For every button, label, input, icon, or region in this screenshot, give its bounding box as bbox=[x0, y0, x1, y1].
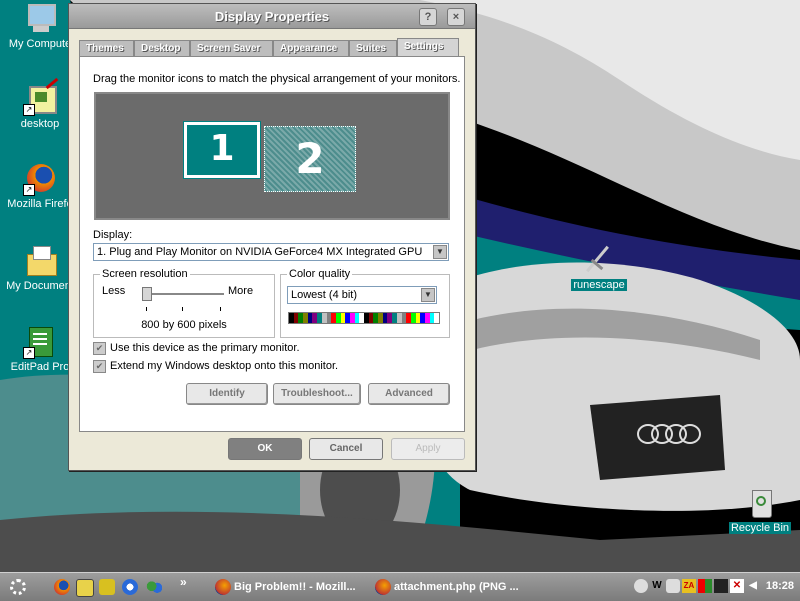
display-label: Display: bbox=[93, 229, 133, 241]
taskbar-clock[interactable]: 18:28 bbox=[766, 580, 794, 592]
quicklaunch-media-icon[interactable] bbox=[122, 579, 138, 595]
monitor-1[interactable]: 1 bbox=[183, 121, 261, 179]
extend-desktop-label: Extend my Windows desktop onto this moni… bbox=[110, 360, 339, 372]
desktop-icon-my-computer[interactable]: My Compute bbox=[4, 2, 76, 50]
tray-color-icon[interactable] bbox=[698, 579, 712, 593]
apply-button[interactable]: Apply bbox=[391, 438, 465, 460]
tab-themes[interactable]: Themes bbox=[79, 40, 134, 56]
quicklaunch-messenger-icon[interactable] bbox=[146, 579, 162, 595]
primary-monitor-label: Use this device as the primary monitor. bbox=[110, 342, 300, 354]
quicklaunch-winamp-icon[interactable] bbox=[99, 579, 115, 595]
identify-button[interactable]: Identify bbox=[186, 383, 268, 405]
display-properties-dialog: Display Properties ? × Themes Desktop Sc… bbox=[68, 3, 476, 471]
desktop-icon-editpad[interactable]: ↗ EditPad Pro bbox=[4, 325, 76, 373]
advanced-button[interactable]: Advanced bbox=[368, 383, 450, 405]
dialog-titlebar[interactable]: Display Properties ? × bbox=[69, 4, 475, 29]
tab-screen-saver[interactable]: Screen Saver bbox=[190, 40, 273, 56]
color-quality-select[interactable]: Lowest (4 bit) ▼ bbox=[287, 286, 437, 304]
close-button[interactable]: × bbox=[447, 8, 465, 26]
resolution-slider-thumb[interactable] bbox=[142, 287, 152, 301]
firefox-icon: ↗ bbox=[23, 162, 57, 196]
task-label: Big Problem!! - Mozill... bbox=[234, 581, 356, 593]
quicklaunch-firefox-icon[interactable] bbox=[54, 579, 70, 595]
taskbar-task-mozilla[interactable]: Big Problem!! - Mozill... bbox=[212, 576, 362, 598]
dialog-title: Display Properties bbox=[214, 9, 330, 24]
quicklaunch-more-button[interactable]: » bbox=[180, 575, 187, 589]
desktop-icon-label: My Compute bbox=[6, 38, 74, 50]
color-quality-group: Color quality Lowest (4 bit) ▼ bbox=[280, 268, 450, 338]
tray-x-icon[interactable]: ✕ bbox=[730, 579, 744, 593]
desktop-icon-firefox[interactable]: ↗ Mozilla Firefo bbox=[4, 162, 76, 210]
desktop-icon-recycle-bin[interactable]: Recycle Bin bbox=[724, 486, 796, 534]
runescape-sword-icon bbox=[582, 243, 616, 277]
screen-resolution-group: Screen resolution Less More 800 by 600 p… bbox=[93, 268, 275, 338]
gear-icon bbox=[10, 579, 26, 595]
system-tray: W ZA ✕ ◀ 18:28 bbox=[630, 573, 800, 601]
desktop-icon-label: EditPad Pro bbox=[8, 361, 72, 373]
settings-panel: Drag the monitor icons to match the phys… bbox=[79, 56, 465, 432]
chevron-down-icon[interactable]: ▼ bbox=[433, 245, 447, 259]
desktop-icon-label: Recycle Bin bbox=[728, 522, 792, 534]
monitor-instructions: Drag the monitor icons to match the phys… bbox=[93, 73, 461, 85]
screen-resolution-label: Screen resolution bbox=[100, 268, 190, 280]
my-documents-icon bbox=[23, 244, 57, 278]
zonealarm-icon[interactable]: ZA bbox=[682, 579, 696, 593]
monitor-arrangement-area[interactable]: 1 2 bbox=[94, 92, 450, 220]
recycle-bin-icon bbox=[743, 486, 777, 520]
display-select-value: 1. Plug and Play Monitor on NVIDIA GeFor… bbox=[97, 246, 423, 258]
tray-app-icon[interactable] bbox=[666, 579, 680, 593]
slider-tick bbox=[182, 307, 183, 311]
editpad-icon: ↗ bbox=[23, 325, 57, 359]
desktop-icon-label: runescape bbox=[571, 279, 627, 291]
resolution-more-label: More bbox=[228, 285, 254, 297]
checkmark-icon[interactable]: ✔ bbox=[93, 342, 106, 355]
desktop-icon-label: desktop bbox=[18, 118, 62, 130]
firefox-icon bbox=[215, 579, 231, 595]
color-quality-value: Lowest (4 bit) bbox=[291, 289, 358, 301]
display-select[interactable]: 1. Plug and Play Monitor on NVIDIA GeFor… bbox=[93, 243, 449, 261]
resolution-value: 800 by 600 pixels bbox=[141, 319, 227, 331]
resolution-slider-track[interactable] bbox=[142, 293, 224, 296]
tray-w-icon[interactable]: W bbox=[650, 579, 664, 593]
checkmark-icon[interactable]: ✔ bbox=[93, 360, 106, 373]
help-button[interactable]: ? bbox=[419, 8, 437, 26]
taskbar-task-attachment[interactable]: attachment.php (PNG ... bbox=[372, 576, 522, 598]
tab-desktop[interactable]: Desktop bbox=[134, 40, 190, 56]
desktop-icon-desktop[interactable]: ↗ desktop bbox=[4, 77, 76, 130]
tray-flag-icon[interactable] bbox=[714, 579, 728, 593]
tab-settings[interactable]: Settings bbox=[397, 38, 459, 56]
color-quality-label: Color quality bbox=[287, 268, 353, 280]
tab-appearance[interactable]: Appearance bbox=[273, 40, 349, 56]
cancel-button[interactable]: Cancel bbox=[309, 438, 383, 460]
tab-strip: Themes Desktop Screen Saver Appearance S… bbox=[79, 38, 459, 56]
quicklaunch-editor-icon[interactable] bbox=[76, 579, 94, 597]
color-palette-preview bbox=[288, 312, 440, 324]
tab-suites[interactable]: Suites bbox=[349, 40, 397, 56]
monitor-2[interactable]: 2 bbox=[264, 126, 356, 192]
speaker-icon[interactable]: ◀ bbox=[746, 579, 760, 593]
desktop-icon-my-documents[interactable]: My Document bbox=[4, 244, 76, 292]
task-label: attachment.php (PNG ... bbox=[394, 581, 519, 593]
desktop-icon-runescape[interactable]: runescape bbox=[563, 243, 635, 291]
ok-button[interactable]: OK bbox=[228, 438, 302, 460]
slider-tick bbox=[220, 307, 221, 311]
network-icon[interactable] bbox=[634, 579, 648, 593]
desktop-icon-label: My Document bbox=[4, 280, 76, 292]
desktop-icon-label: Mozilla Firefo bbox=[5, 198, 75, 210]
resolution-less-label: Less bbox=[102, 285, 126, 297]
chevron-down-icon[interactable]: ▼ bbox=[421, 288, 435, 302]
firefox-icon bbox=[375, 579, 391, 595]
taskbar: » Big Problem!! - Mozill... attachment.p… bbox=[0, 572, 800, 601]
slider-tick bbox=[146, 307, 147, 311]
troubleshoot-button[interactable]: Troubleshoot... bbox=[273, 383, 361, 405]
desktop-shortcut-icon: ↗ bbox=[23, 77, 59, 116]
start-button[interactable] bbox=[6, 577, 32, 597]
my-computer-icon bbox=[23, 2, 57, 36]
